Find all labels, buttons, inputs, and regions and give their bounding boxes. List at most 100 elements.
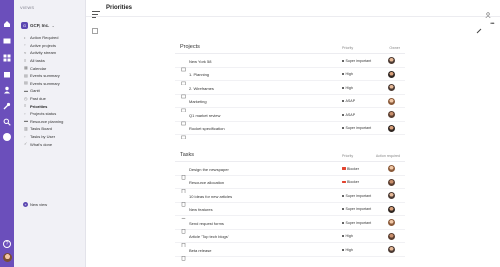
sidebar-item-label: Events summary xyxy=(30,73,60,79)
dot-icon xyxy=(342,86,344,89)
task-name[interactable]: 10 ideas for new articles xyxy=(189,194,232,199)
tasks-icon: ≡ xyxy=(24,57,27,63)
folder-icon: ▫ xyxy=(24,42,26,48)
view-list: • Action Required ▫ Active projects ≈ Activ… xyxy=(24,34,98,148)
projects-title: Projects xyxy=(180,44,200,50)
task-name[interactable]: Design the newspaper xyxy=(189,167,229,172)
table-row[interactable]: Article 'Top tech blogs' High xyxy=(175,230,405,247)
table-row[interactable]: Beta release High xyxy=(175,243,405,261)
project-name[interactable]: Q1 market review xyxy=(189,113,220,118)
grid-icon[interactable] xyxy=(3,54,11,62)
dot-icon xyxy=(342,127,344,129)
dot-icon xyxy=(342,208,344,210)
user-icon: ◦ xyxy=(24,133,26,139)
priority-column-header[interactable]: Priority xyxy=(342,154,353,158)
sidebar-item-projects-status[interactable]: ▫ Projects status xyxy=(24,110,98,118)
avatar[interactable] xyxy=(388,124,395,132)
people-icon[interactable] xyxy=(3,86,11,94)
sidebar-item-events-summary-2[interactable]: ▤ Events summary xyxy=(24,80,98,88)
avatar[interactable] xyxy=(388,246,395,253)
priority-badge: Super important xyxy=(342,59,371,63)
sidebar-item-priorities[interactable]: ≡ Priorities xyxy=(24,102,98,110)
sidebar-item-label: Calendar xyxy=(30,65,47,71)
sidebar-item-activity-stream[interactable]: ≈ Activity stream xyxy=(24,49,98,57)
table-row[interactable]: Q1 market review ASAP xyxy=(175,108,405,126)
sidebar-item-whats-done[interactable]: ✓ What's done xyxy=(24,140,98,148)
priority-badge: High xyxy=(342,234,353,238)
folder-icon xyxy=(181,113,186,126)
help-icon[interactable]: ? xyxy=(3,240,11,248)
new-view-button[interactable]: + New view xyxy=(23,202,47,207)
table-row[interactable]: 1. Planning High xyxy=(175,68,405,85)
page-header: Priorities xyxy=(86,0,500,19)
sidebar-item-label: Resource planning xyxy=(30,118,64,124)
stream-icon: ≈ xyxy=(24,49,27,55)
sidebar-item-label: Past due xyxy=(30,96,46,102)
sidebar-item-gantt[interactable]: ▬ Gantt xyxy=(24,87,98,95)
sidebar-item-tasks-by-user[interactable]: ◦ Tasks by User xyxy=(24,133,98,141)
table-row[interactable]: Resource allocation Blocker xyxy=(175,176,405,193)
avatar[interactable] xyxy=(3,253,12,262)
more-options-icon[interactable]: ••• xyxy=(490,22,494,27)
action-required-column-header[interactable]: Action required xyxy=(376,154,400,158)
table-row[interactable]: New features Super important xyxy=(175,203,405,219)
sidebar-item-label: Activity stream xyxy=(30,50,57,56)
project-name[interactable]: Marketing xyxy=(189,99,207,104)
avatar[interactable] xyxy=(388,84,395,91)
table-row[interactable]: Design the newspaper Blocker xyxy=(175,162,405,180)
avatar[interactable] xyxy=(388,97,395,105)
task-name[interactable]: New features xyxy=(189,207,213,212)
avatar[interactable] xyxy=(388,192,395,199)
dot-icon xyxy=(342,59,344,62)
task-name[interactable]: Resource allocation xyxy=(189,180,224,185)
add-icon[interactable] xyxy=(3,133,11,141)
avatar[interactable] xyxy=(388,165,395,172)
table-row[interactable]: Rocket specification Super important xyxy=(175,122,405,139)
workspace-switcher[interactable]: G GCP, Inc. ⌄ xyxy=(21,20,55,30)
task-name[interactable]: Article 'Top tech blogs' xyxy=(189,234,229,239)
calendar-icon: ▦ xyxy=(24,65,28,71)
task-name[interactable]: Send request forms xyxy=(189,221,224,226)
task-name[interactable]: Beta release xyxy=(189,248,211,253)
workspace-badge: G xyxy=(21,21,28,29)
table-row[interactable]: 2. Wireframes High xyxy=(175,81,405,99)
plus-icon: + xyxy=(23,202,28,207)
table-row[interactable]: Send request forms Super important xyxy=(175,216,405,234)
sidebar-item-events-summary[interactable]: ▤ Events summary xyxy=(24,72,98,80)
owner-column-header[interactable]: Owner xyxy=(389,46,400,50)
wrench-icon[interactable] xyxy=(3,102,11,110)
project-name[interactable]: Rocket specification xyxy=(189,126,225,131)
bell-icon: • xyxy=(24,34,26,40)
buildings-icon[interactable] xyxy=(3,70,11,78)
table-row[interactable]: New York 58 Super important xyxy=(175,54,405,72)
priority-column-header[interactable]: Priority xyxy=(342,46,353,50)
dot-icon xyxy=(342,100,344,102)
refresh-icon[interactable] xyxy=(92,21,98,34)
sidebar-item-calendar[interactable]: ▦ Calendar xyxy=(24,64,98,72)
project-name[interactable]: 2. Wireframes xyxy=(189,86,214,91)
projects-header: Projects Priority Owner xyxy=(175,42,405,54)
avatar[interactable] xyxy=(388,70,395,78)
avatar[interactable] xyxy=(388,205,395,213)
avatar[interactable] xyxy=(388,111,395,118)
sidebar-item-tasks-board[interactable]: ▥ Tasks Board xyxy=(24,125,98,133)
avatar[interactable] xyxy=(388,232,395,240)
sidebar-item-all-tasks[interactable]: ≡ All tasks xyxy=(24,57,98,65)
home-icon[interactable] xyxy=(3,20,11,28)
sidebar-item-resource-planning[interactable]: ▬ Resource planning xyxy=(24,118,98,126)
sidebar-item-past-due[interactable]: ◷ Past due xyxy=(24,95,98,103)
table-row[interactable]: Marketing ASAP xyxy=(175,95,405,112)
avatar[interactable] xyxy=(388,178,395,186)
avatar[interactable] xyxy=(388,57,395,64)
sidebar-item-active-projects[interactable]: ▫ Active projects xyxy=(24,42,98,50)
folder-icon xyxy=(181,126,186,139)
table-row[interactable]: 10 ideas for new articles Super importan… xyxy=(175,189,405,207)
avatar[interactable] xyxy=(388,219,395,226)
user-profile-icon[interactable] xyxy=(485,5,491,19)
edit-icon[interactable] xyxy=(476,21,482,34)
project-name[interactable]: 1. Planning xyxy=(189,72,209,77)
project-name[interactable]: New York 58 xyxy=(189,59,211,64)
sidebar-item-action-required[interactable]: • Action Required xyxy=(24,34,98,42)
search-icon[interactable] xyxy=(3,118,11,126)
mail-icon[interactable] xyxy=(3,37,11,45)
